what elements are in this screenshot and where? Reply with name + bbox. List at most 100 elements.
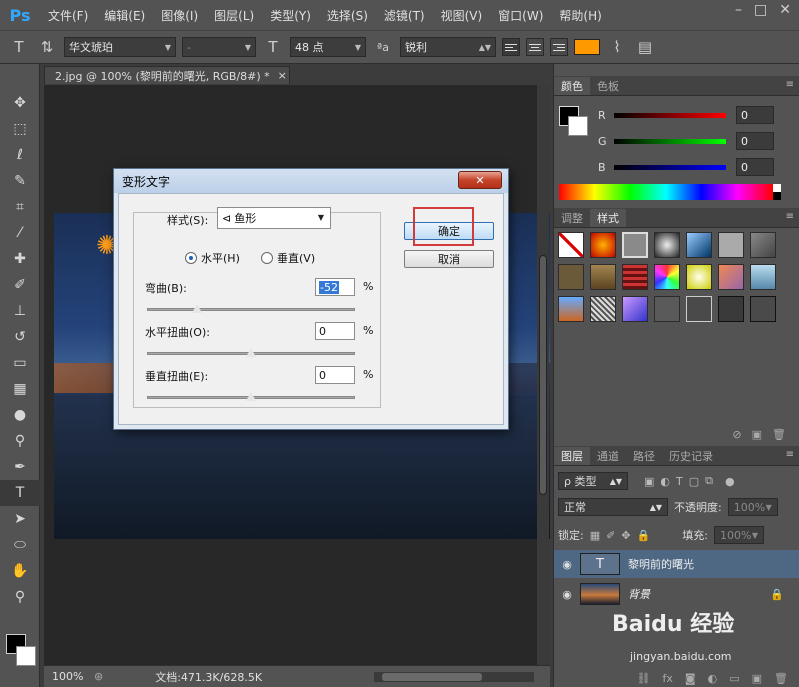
vertical-distortion-thumb[interactable] — [246, 392, 256, 401]
green-slider[interactable] — [614, 138, 726, 144]
blur-tool-icon[interactable]: ● — [0, 402, 40, 428]
zoom-level[interactable]: 100% — [44, 670, 94, 683]
layer-row-background[interactable]: ◉ 背景 🔒 — [554, 580, 799, 608]
horizontal-distortion-thumb[interactable] — [246, 348, 256, 357]
layer-name[interactable]: 背景 — [628, 586, 650, 602]
move-tool-icon[interactable]: ✥ — [0, 90, 40, 116]
bend-input[interactable]: -52 — [315, 278, 355, 296]
visibility-eye-icon[interactable]: ◉ — [554, 588, 580, 601]
layer-style-icon[interactable]: fx — [663, 672, 673, 685]
filter-toggle-icon[interactable]: ● — [725, 475, 735, 488]
color-spectrum[interactable] — [559, 184, 773, 200]
horizontal-distortion-input[interactable]: 0 — [315, 322, 355, 340]
blue-slider[interactable] — [614, 164, 726, 170]
layer-filter-select[interactable]: ρ 类型 ▲▼ — [558, 472, 628, 490]
lock-position-icon[interactable]: ✥ — [621, 529, 630, 542]
style-swatch[interactable] — [590, 296, 616, 322]
close-tab-icon[interactable]: × — [278, 69, 287, 82]
path-select-tool-icon[interactable]: ➤ — [0, 506, 40, 532]
style-swatch[interactable] — [750, 296, 776, 322]
quick-select-tool-icon[interactable]: ✎ — [0, 168, 40, 194]
bend-slider-thumb[interactable] — [192, 304, 202, 313]
style-swatch[interactable] — [590, 264, 616, 290]
add-mask-icon[interactable]: ◙ — [685, 672, 696, 685]
text-orientation-icon[interactable]: ⇅ — [36, 38, 58, 56]
style-swatch[interactable] — [622, 264, 648, 290]
scrollbar-thumb[interactable] — [382, 673, 482, 681]
menu-help[interactable]: 帮助(H) — [551, 7, 609, 24]
opacity-field[interactable]: 100% ▼ — [727, 498, 778, 516]
history-brush-tool-icon[interactable]: ↺ — [0, 324, 40, 350]
align-left-button[interactable] — [502, 38, 520, 56]
tab-swatches[interactable]: 色板 — [590, 77, 626, 95]
style-swatch[interactable] — [654, 264, 680, 290]
panel-menu-icon[interactable]: ≡ — [786, 79, 794, 90]
gradient-tool-icon[interactable]: ▦ — [0, 376, 40, 402]
background-color[interactable] — [16, 646, 36, 666]
style-swatch[interactable] — [654, 296, 680, 322]
ellipse-tool-icon[interactable]: ⬭ — [0, 532, 40, 558]
tab-layers[interactable]: 图层 — [554, 447, 590, 465]
align-center-button[interactable] — [526, 38, 544, 56]
dialog-close-button[interactable]: ✕ — [458, 171, 502, 189]
clear-style-icon[interactable]: ⊘ — [732, 428, 741, 442]
style-swatch[interactable] — [718, 296, 744, 322]
menu-view[interactable]: 视图(V) — [433, 7, 491, 24]
tab-adjustments[interactable]: 调整 — [554, 209, 590, 227]
new-group-icon[interactable]: ▭ — [729, 672, 739, 685]
style-swatch[interactable] — [622, 232, 648, 258]
dodge-tool-icon[interactable]: ⚲ — [0, 428, 40, 454]
black-white-ramp[interactable] — [773, 184, 781, 200]
warp-style-select[interactable]: ⊲ 鱼形 ▼ — [217, 207, 331, 229]
menu-file[interactable]: 文件(F) — [40, 7, 96, 24]
layer-row-text[interactable]: ◉ T 黎明前的曙光 — [554, 550, 799, 578]
menu-layer[interactable]: 图层(L) — [206, 7, 262, 24]
style-swatch[interactable] — [750, 232, 776, 258]
maximize-button[interactable]: □ — [754, 2, 767, 18]
menu-type[interactable]: 类型(Y) — [262, 7, 319, 24]
style-swatch[interactable] — [686, 264, 712, 290]
vertical-distortion-slider[interactable] — [147, 392, 355, 401]
vertical-scrollbar[interactable] — [537, 85, 549, 665]
font-size-select[interactable]: 48 点 ▼ — [290, 37, 366, 57]
crop-tool-icon[interactable]: ⌗ — [0, 194, 40, 220]
layer-name[interactable]: 黎明前的曙光 — [628, 556, 694, 572]
delete-layer-icon[interactable]: 🗑 — [774, 672, 788, 685]
eraser-tool-icon[interactable]: ▭ — [0, 350, 40, 376]
menu-window[interactable]: 窗口(W) — [490, 7, 551, 24]
menu-select[interactable]: 选择(S) — [319, 7, 376, 24]
style-swatch[interactable] — [750, 264, 776, 290]
style-swatch[interactable] — [558, 296, 584, 322]
warp-text-icon[interactable]: ⌇ — [606, 38, 628, 56]
lock-all-icon[interactable]: 🔒 — [637, 529, 651, 542]
document-tab[interactable]: 2.jpg @ 100% (黎明前的曙光, RGB/8#) * × — [44, 66, 290, 84]
eyedropper-tool-icon[interactable]: ⁄ — [0, 220, 40, 246]
close-window-button[interactable]: ✕ — [779, 2, 791, 18]
dialog-titlebar[interactable]: 变形文字 ✕ — [114, 169, 508, 193]
pen-tool-icon[interactable]: ✒ — [0, 454, 40, 480]
lasso-tool-icon[interactable]: ℓ — [0, 142, 40, 168]
type-tool-icon[interactable]: T — [0, 480, 40, 506]
bend-slider[interactable] — [147, 304, 355, 313]
style-swatch[interactable] — [622, 296, 648, 322]
menu-image[interactable]: 图像(I) — [153, 7, 206, 24]
tab-styles[interactable]: 样式 — [590, 209, 626, 227]
clone-stamp-tool-icon[interactable]: ⊥ — [0, 298, 40, 324]
filter-shape-icon[interactable]: ▢ — [689, 475, 699, 488]
tab-history[interactable]: 历史记录 — [662, 447, 720, 465]
adjustment-layer-icon[interactable]: ◐ — [708, 672, 718, 685]
horizontal-scrollbar[interactable] — [374, 672, 534, 682]
lock-transparent-icon[interactable]: ▦ — [590, 529, 600, 542]
lock-pixels-icon[interactable]: ✐ — [606, 529, 615, 542]
marquee-tool-icon[interactable]: ⬚ — [0, 116, 40, 142]
filter-smart-object-icon[interactable]: ⧉ — [705, 474, 713, 488]
visibility-eye-icon[interactable]: ◉ — [554, 558, 580, 571]
panel-menu-icon[interactable]: ≡ — [786, 211, 794, 222]
style-swatch[interactable] — [718, 264, 744, 290]
font-family-select[interactable]: 华文琥珀 ▼ — [64, 37, 176, 57]
scrollbar-thumb[interactable] — [539, 255, 547, 495]
style-swatch[interactable] — [686, 296, 712, 322]
horizontal-radio[interactable]: 水平(H) — [185, 250, 240, 266]
menu-edit[interactable]: 编辑(E) — [96, 7, 153, 24]
hand-tool-icon[interactable]: ✋ — [0, 558, 40, 584]
